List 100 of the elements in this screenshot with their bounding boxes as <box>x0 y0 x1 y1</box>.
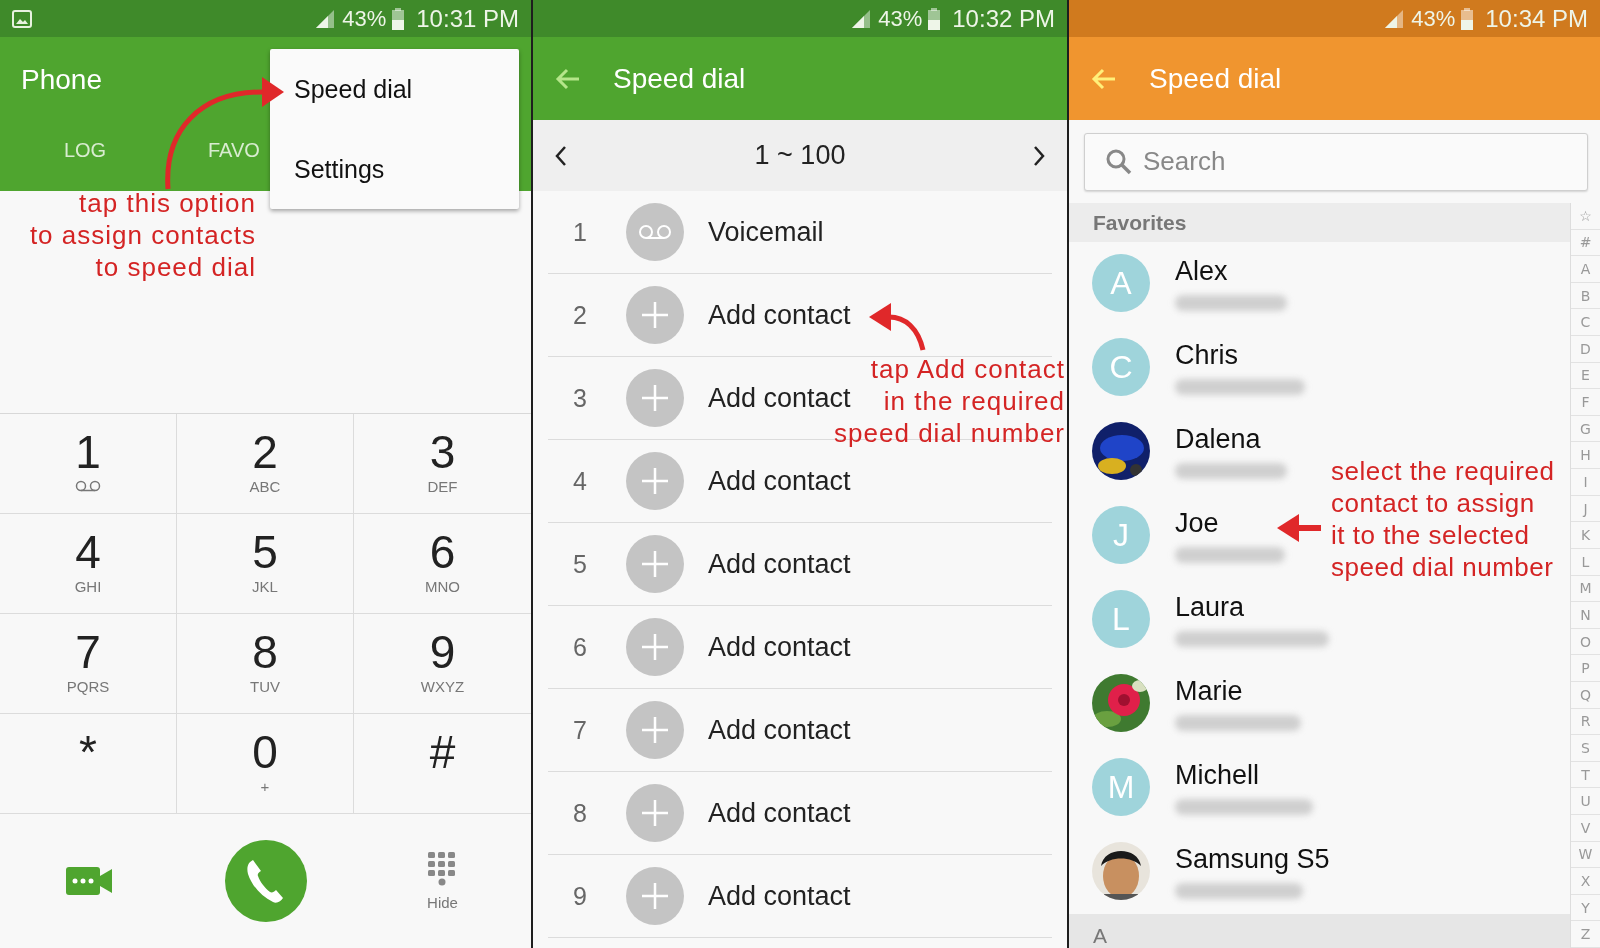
speed-dial-number: 6 <box>572 632 588 662</box>
contact-name: Alex <box>1175 255 1229 287</box>
annotation-line: speed dial number <box>1331 551 1555 583</box>
battery-percent: 43% <box>878 5 923 32</box>
clock: 10:31 PM <box>416 4 519 33</box>
index-letter[interactable]: Y <box>1571 894 1600 922</box>
video-call-icon[interactable] <box>65 867 112 895</box>
index-letter[interactable]: Z <box>1571 921 1600 948</box>
index-letter[interactable]: K <box>1571 522 1600 549</box>
hide-keypad-button[interactable]: Hide <box>427 851 458 911</box>
section-title: Favorites <box>1093 210 1187 235</box>
contact-name: Marie <box>1175 675 1244 707</box>
letter-avatar: C <box>1092 338 1150 396</box>
index-letter[interactable]: H <box>1571 442 1600 470</box>
contact-name: Michell <box>1175 759 1261 791</box>
index-letter[interactable]: S <box>1571 735 1600 762</box>
index-letter[interactable]: P <box>1571 655 1600 682</box>
index-letter[interactable]: L <box>1571 548 1600 576</box>
battery-icon <box>1461 7 1474 30</box>
index-letter[interactable]: G <box>1571 415 1600 443</box>
battery-percent: 43% <box>1411 5 1456 32</box>
dialpad-icon <box>428 851 457 886</box>
gallery-icon <box>12 9 32 28</box>
contact-name: Dalena <box>1175 423 1262 455</box>
annotation-text: tap this option to assign contacts to speed dial <box>29 187 256 283</box>
dial-key[interactable]: 4 GHI <box>0 514 177 614</box>
index-letter[interactable]: A <box>1571 256 1600 283</box>
section-title: A <box>1093 924 1107 948</box>
index-letter[interactable]: J <box>1571 495 1600 523</box>
search-icon <box>1106 148 1132 175</box>
speed-dial-number: 7 <box>572 715 588 745</box>
contact-name: Samsung S5 <box>1175 843 1330 875</box>
row-label: Add contact <box>708 797 851 829</box>
row-label: Add contact <box>708 714 851 746</box>
index-letter[interactable]: # <box>1571 229 1600 257</box>
speed-dial-number: 2 <box>572 300 588 330</box>
dial-key[interactable]: 7 PQRS <box>0 614 177 714</box>
tab[interactable]: LOG <box>0 139 170 162</box>
index-letter[interactable]: E <box>1571 362 1600 390</box>
dial-key[interactable]: 5 JKL <box>177 514 354 614</box>
speed-dial-number: 9 <box>572 881 588 911</box>
menu-item[interactable]: Speed dial <box>270 49 519 129</box>
letter-avatar: A <box>1092 254 1150 312</box>
index-letter[interactable]: X <box>1571 868 1600 895</box>
contact-name: Joe <box>1175 507 1220 539</box>
row-label: Add contact <box>708 880 851 912</box>
row-label: Add contact <box>708 382 851 414</box>
annotation-line: it to the selected <box>1331 519 1531 551</box>
dial-key[interactable]: 1 <box>0 414 177 514</box>
contact-name: Laura <box>1175 591 1246 623</box>
straight-arrow <box>1277 514 1321 542</box>
signal-icon <box>1383 8 1406 29</box>
index-letter[interactable]: W <box>1571 841 1600 869</box>
dial-key[interactable]: * <box>0 714 177 814</box>
index-letter[interactable]: V <box>1571 815 1600 842</box>
index-letter[interactable]: B <box>1571 282 1600 310</box>
dial-key[interactable]: 0 + <box>177 714 354 814</box>
dial-key[interactable]: 6 MNO <box>354 514 531 614</box>
battery-percent: 43% <box>342 5 387 32</box>
dial-key[interactable]: 3 DEF <box>354 414 531 514</box>
battery-icon <box>928 7 941 30</box>
row-label: Add contact <box>708 299 851 331</box>
annotation-line: speed dial number <box>834 417 1065 449</box>
index-letter[interactable]: D <box>1571 336 1600 363</box>
letter-avatar: L <box>1092 590 1150 648</box>
dial-key[interactable]: 2 ABC <box>177 414 354 514</box>
index-letter[interactable]: M <box>1571 575 1600 603</box>
annotation-line: select the required <box>1331 455 1555 487</box>
tab[interactable]: FAVO <box>208 139 260 162</box>
voicemail-icon <box>75 480 101 492</box>
annotation-line: tap Add contact <box>869 353 1065 385</box>
index-letter[interactable]: N <box>1571 602 1600 629</box>
clock: 10:34 PM <box>1485 4 1588 33</box>
index-letter[interactable]: O <box>1571 628 1600 656</box>
index-letter[interactable]: Q <box>1571 681 1600 709</box>
dial-key[interactable]: # <box>354 714 531 814</box>
search-field[interactable]: Search <box>1084 132 1588 191</box>
speed-dial-number: 8 <box>572 798 588 828</box>
curved-arrow <box>869 303 926 351</box>
menu-item[interactable]: Settings <box>270 129 519 209</box>
app-title: Phone <box>21 63 102 97</box>
signal-icon <box>314 8 337 29</box>
row-label: Add contact <box>708 631 851 663</box>
row-label: Add contact <box>708 465 851 497</box>
index-letter[interactable]: I <box>1571 469 1600 496</box>
contact-name: Chris <box>1175 339 1239 371</box>
dial-key[interactable]: 8 TUV <box>177 614 354 714</box>
speed-dial-number: 1 <box>572 217 588 247</box>
range-label: 1 ~ 100 <box>754 140 846 171</box>
index-letter[interactable]: T <box>1571 761 1600 789</box>
index-letter[interactable]: R <box>1571 708 1600 736</box>
speed-dial-number: 4 <box>572 466 588 496</box>
index-letter[interactable]: U <box>1571 788 1600 815</box>
clock: 10:32 PM <box>952 4 1055 33</box>
index-letter[interactable]: F <box>1571 389 1600 416</box>
dial-key[interactable]: 9 WXYZ <box>354 614 531 714</box>
letter-avatar: J <box>1092 506 1150 564</box>
index-letter[interactable]: ☆ <box>1571 203 1600 230</box>
index-letter[interactable]: C <box>1571 309 1600 337</box>
voicemail-avatar <box>626 203 684 261</box>
